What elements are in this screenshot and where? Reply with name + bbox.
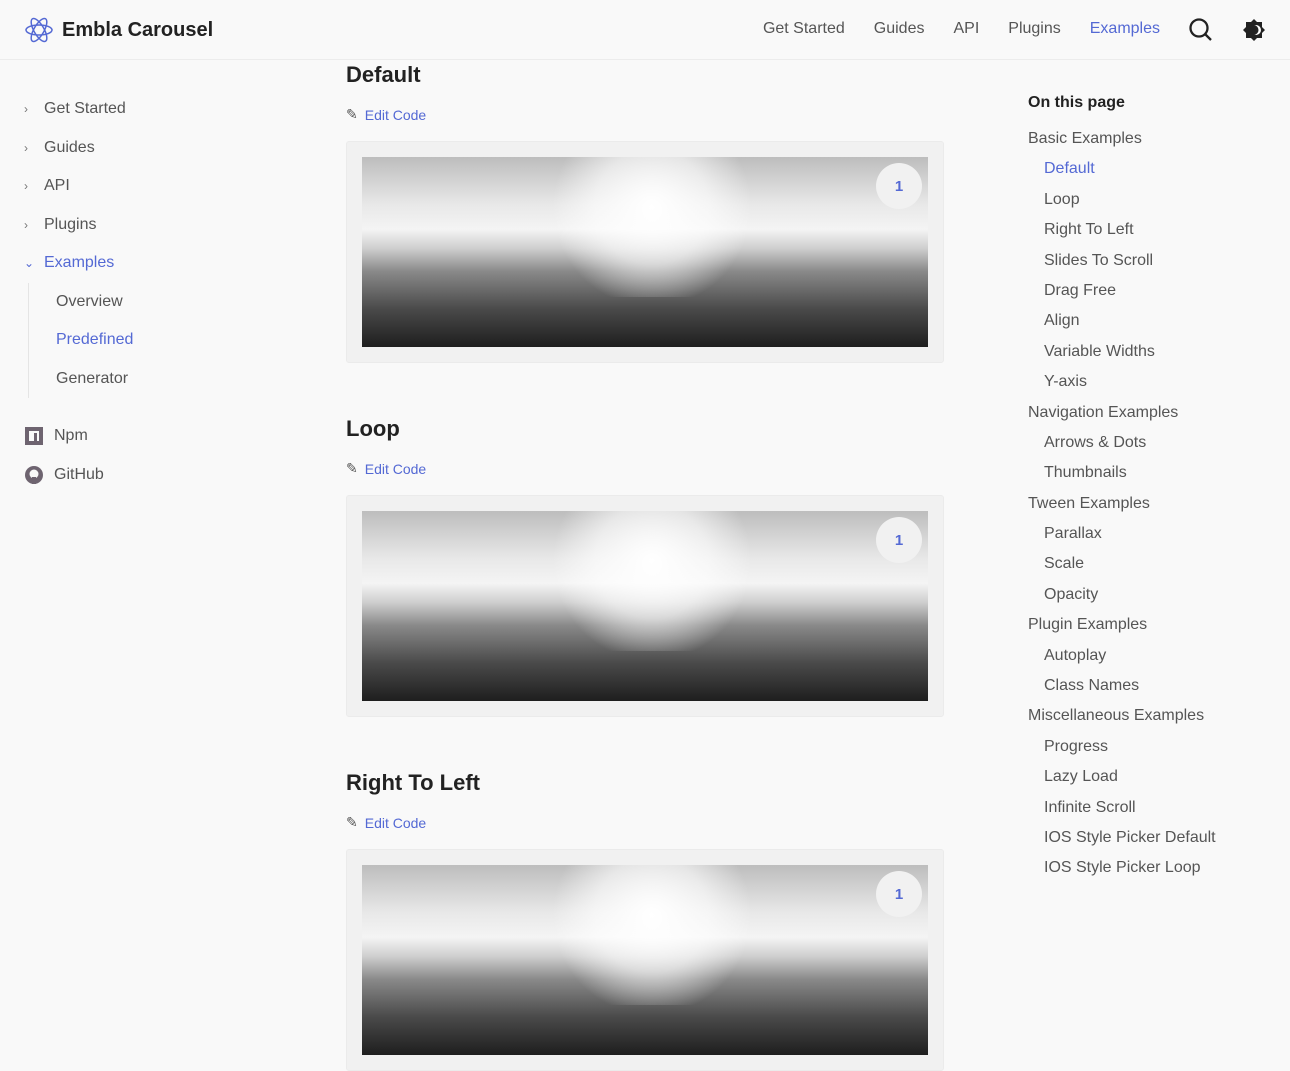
sidebar-label: Plugins [44,215,97,233]
github-label: GitHub [54,465,104,483]
toc-item[interactable]: IOS Style Picker Default [1028,828,1216,858]
slide-number: 1 [876,163,922,209]
carousel-slide-image[interactable]: 1 [362,157,928,347]
section-title: Loop [346,416,400,441]
sidebar-item-overview[interactable]: Overview [56,283,133,322]
embla-logo-icon [25,17,53,43]
logo-link[interactable]: Embla Carousel [24,15,213,45]
npm-icon [25,426,43,445]
chevron-right-icon: › [24,217,28,232]
carousel-demo[interactable]: 1 [346,849,944,1071]
sidebar-item-api[interactable]: › API [24,167,133,206]
sidebar-item-generator[interactable]: Generator [56,360,133,399]
toc-item[interactable]: IOS Style Picker Loop [1028,858,1216,888]
carousel-demo[interactable]: 1 [346,495,944,717]
toc-item[interactable]: Autoplay [1028,646,1216,676]
toc-item[interactable]: Slides To Scroll [1028,251,1216,281]
toc-item[interactable]: Opacity [1028,585,1216,615]
pencil-icon: ✎ [346,106,358,122]
sidebar-label: API [44,177,70,195]
pencil-icon: ✎ [346,460,358,476]
table-of-contents: On this page Basic Examples Default Loop Ri… [1028,94,1216,889]
toc-item[interactable]: Infinite Scroll [1028,798,1216,828]
chevron-right-icon: › [24,140,28,155]
npm-label: Npm [54,426,88,444]
top-nav: Get Started Guides API Plugins Examples [763,20,1160,38]
example-default: Default ✎ Edit Code 1 [346,62,944,363]
toc-item[interactable]: Basic Examples [1028,129,1216,159]
carousel-slide-image[interactable]: 1 [362,511,928,701]
carousel-demo[interactable]: 1 [346,141,944,363]
toc-item[interactable]: Thumbnails [1028,463,1216,493]
pencil-icon: ✎ [346,814,358,830]
sidebar-item-plugins[interactable]: › Plugins [24,206,133,245]
toc-item[interactable]: Drag Free [1028,281,1216,311]
sidebar-item-get-started[interactable]: › Get Started [24,90,133,129]
toc-item[interactable]: Lazy Load [1028,767,1216,797]
chevron-down-icon: ⌄ [24,256,35,271]
toc-item[interactable]: Right To Left [1028,220,1216,250]
toc-item[interactable]: Align [1028,311,1216,341]
chevron-right-icon: › [24,179,28,194]
nav-get-started[interactable]: Get Started [763,20,845,38]
edit-code-label: Edit Code [364,460,427,477]
toc-item[interactable]: Default [1028,159,1216,189]
examples-submenu: Overview Predefined Generator [28,282,133,399]
edit-code-label: Edit Code [364,106,427,123]
toc-item[interactable]: Parallax [1028,524,1216,554]
sidebar-label: Get Started [44,100,126,118]
header: Embla Carousel Get Started Guides API Pl… [0,0,1290,60]
sidebar-item-examples[interactable]: ⌄ Examples [24,244,133,283]
search-icon[interactable] [1188,17,1214,43]
toc-item[interactable]: Scale [1028,554,1216,584]
chevron-right-icon: › [24,102,28,117]
toc-item[interactable]: Navigation Examples [1028,403,1216,433]
slide-number: 1 [876,871,922,917]
github-link[interactable]: GitHub [24,455,133,494]
sidebar-label: Guides [44,138,95,156]
toc-item[interactable]: Miscellaneous Examples [1028,706,1216,736]
edit-code-link[interactable]: ✎ Edit Code [346,106,944,123]
toc-item[interactable]: Loop [1028,190,1216,220]
sidebar: › Get Started › Guides › API › Plugins ⌄ Exam… [24,90,133,494]
example-loop: Loop ✎ Edit Code 1 [346,416,944,717]
nav-api[interactable]: API [953,20,979,38]
edit-code-link[interactable]: ✎ Edit Code [346,814,944,831]
toc-item[interactable]: Variable Widths [1028,342,1216,372]
slide-number: 1 [876,517,922,563]
npm-link[interactable]: Npm [24,416,133,455]
sidebar-item-guides[interactable]: › Guides [24,129,133,168]
theme-toggle-icon[interactable] [1242,18,1266,42]
edit-code-link[interactable]: ✎ Edit Code [346,460,944,477]
edit-code-label: Edit Code [364,814,427,831]
carousel-slide-image[interactable]: 1 [362,865,928,1055]
toc-item[interactable]: Class Names [1028,676,1216,706]
toc-item[interactable]: Y-axis [1028,372,1216,402]
site-title: Embla Carousel [62,18,214,41]
toc-item[interactable]: Plugin Examples [1028,615,1216,645]
nav-plugins[interactable]: Plugins [1008,20,1060,38]
toc-item[interactable]: Tween Examples [1028,494,1216,524]
section-title: Right To Left [346,770,480,795]
example-right-to-left: Right To Left ✎ Edit Code 1 [346,770,944,1071]
toc-item[interactable]: Arrows & Dots [1028,433,1216,463]
sidebar-item-predefined[interactable]: Predefined [56,321,133,360]
sidebar-label: Examples [44,254,115,272]
toc-item[interactable]: Progress [1028,737,1216,767]
nav-examples[interactable]: Examples [1090,20,1160,38]
nav-guides[interactable]: Guides [874,20,925,38]
section-title: Default [346,62,421,87]
github-icon [25,465,43,484]
toc-title: On this page [1028,94,1125,111]
